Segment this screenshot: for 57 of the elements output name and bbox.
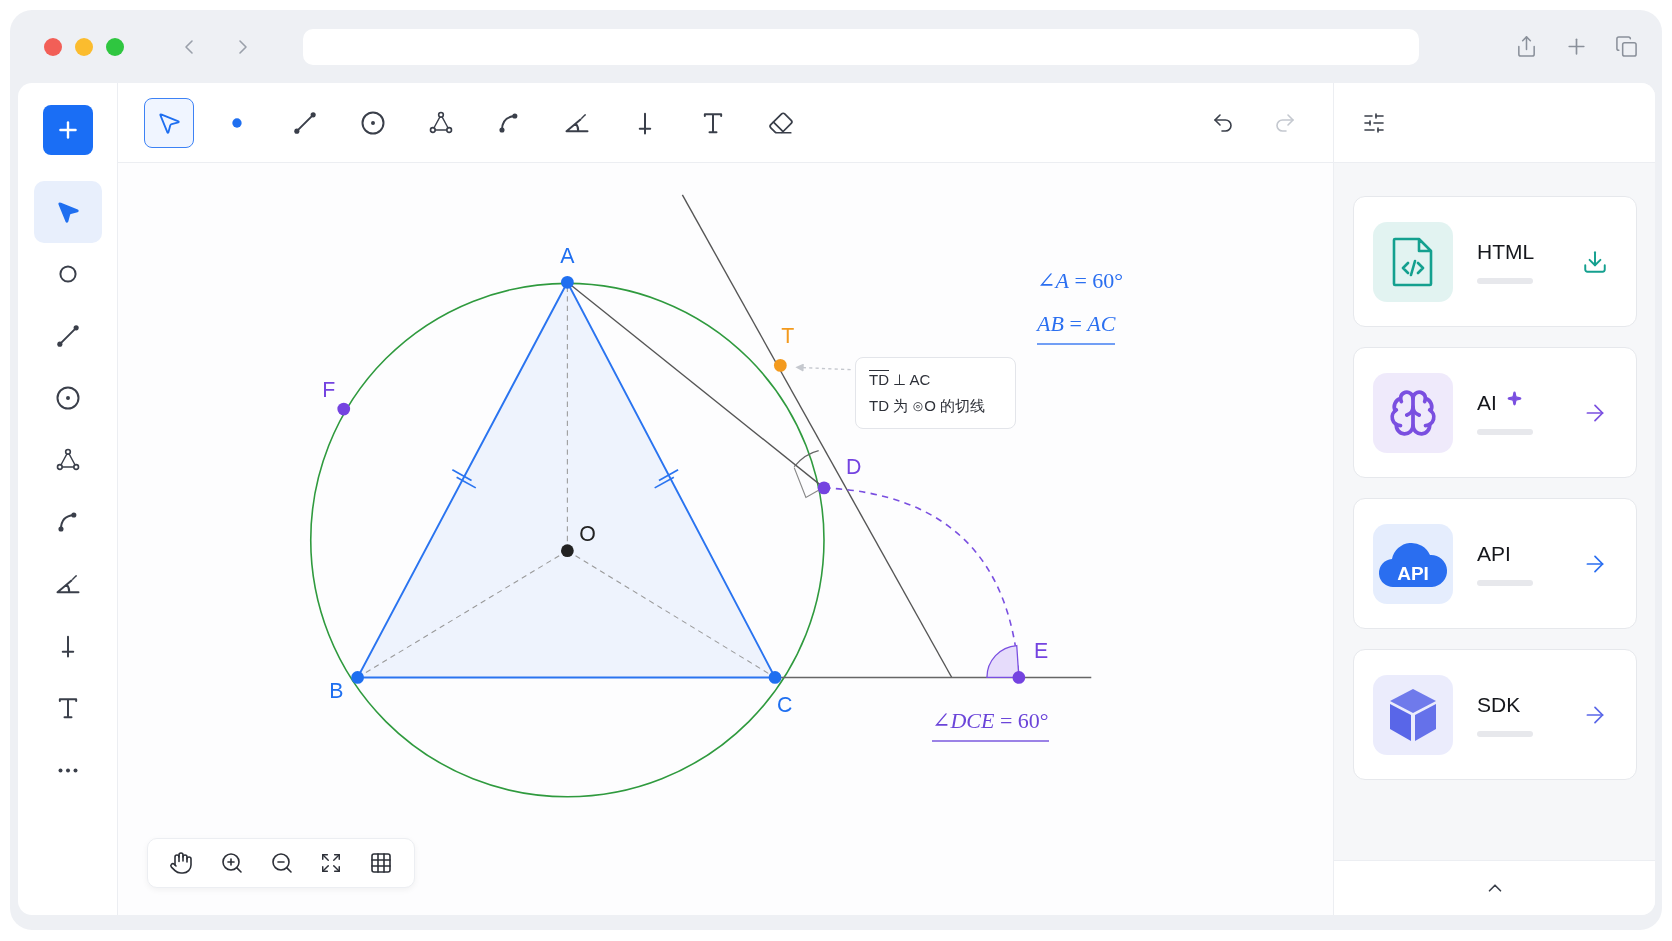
formula: ∠A = 60° xyxy=(1037,268,1124,295)
download-icon[interactable] xyxy=(1582,248,1608,275)
point-label: A xyxy=(560,244,575,269)
annotation-text: TD ⊥ AC xyxy=(869,370,932,390)
zoom-in-button[interactable] xyxy=(219,851,244,875)
hand-icon xyxy=(169,851,194,875)
more-icon xyxy=(57,767,78,773)
export-card[interactable]: AI xyxy=(1353,347,1637,478)
tick-mark xyxy=(653,468,679,489)
formula: AB = AC xyxy=(1037,311,1116,345)
point-label: T xyxy=(781,324,795,349)
leader-line xyxy=(795,363,852,372)
share-button[interactable] xyxy=(1515,35,1538,58)
zoom-out-icon xyxy=(269,851,294,875)
fit-button[interactable] xyxy=(320,852,343,874)
cube-icon xyxy=(1387,686,1439,743)
settings-button[interactable] xyxy=(1362,110,1386,135)
sidebar-tool[interactable] xyxy=(33,181,102,243)
point-label: F xyxy=(322,377,336,402)
tool-button[interactable] xyxy=(144,97,194,148)
brain-icon xyxy=(1388,387,1438,438)
angle-sector xyxy=(986,644,1020,679)
eraser-icon xyxy=(768,109,794,136)
export-card[interactable]: SDK xyxy=(1353,649,1637,780)
placeholder-bar xyxy=(1477,277,1533,284)
card-title: HTML xyxy=(1477,239,1535,264)
placeholder-bar xyxy=(1477,428,1533,435)
code-file-icon xyxy=(1391,235,1435,288)
close-button[interactable] xyxy=(44,37,62,56)
formula: ∠DCE = 60° xyxy=(932,708,1049,742)
grid-button[interactable] xyxy=(368,851,393,875)
zoom-in-icon xyxy=(219,851,244,875)
export-card[interactable]: API API xyxy=(1353,498,1637,629)
annotation-text: TD 为 ⊙O 的切线 xyxy=(869,396,987,416)
icon-text: API xyxy=(1397,562,1429,584)
point-label: O xyxy=(579,522,596,547)
point-label: E xyxy=(1034,638,1049,663)
tabs-icon xyxy=(1615,35,1638,58)
share-icon xyxy=(1515,35,1538,58)
point-label: B xyxy=(329,679,344,703)
tabs-button[interactable] xyxy=(1615,35,1638,58)
add-button[interactable] xyxy=(42,105,93,155)
placeholder-bar xyxy=(1477,579,1533,586)
point-label: D xyxy=(846,455,862,480)
grid-icon xyxy=(368,851,393,875)
card-title: SDK xyxy=(1477,692,1521,717)
angle-mark xyxy=(793,450,820,468)
zoom-out-button[interactable] xyxy=(269,851,294,875)
point-label: C xyxy=(776,692,793,717)
placeholder-bar xyxy=(1477,730,1533,737)
expand-icon xyxy=(320,852,343,874)
tick-mark xyxy=(451,468,477,489)
hand-button[interactable] xyxy=(169,851,194,875)
settings-icon xyxy=(1362,110,1386,135)
card-title: AI xyxy=(1477,390,1497,415)
card-title: API xyxy=(1477,541,1511,566)
export-card[interactable]: HTML xyxy=(1353,196,1637,327)
